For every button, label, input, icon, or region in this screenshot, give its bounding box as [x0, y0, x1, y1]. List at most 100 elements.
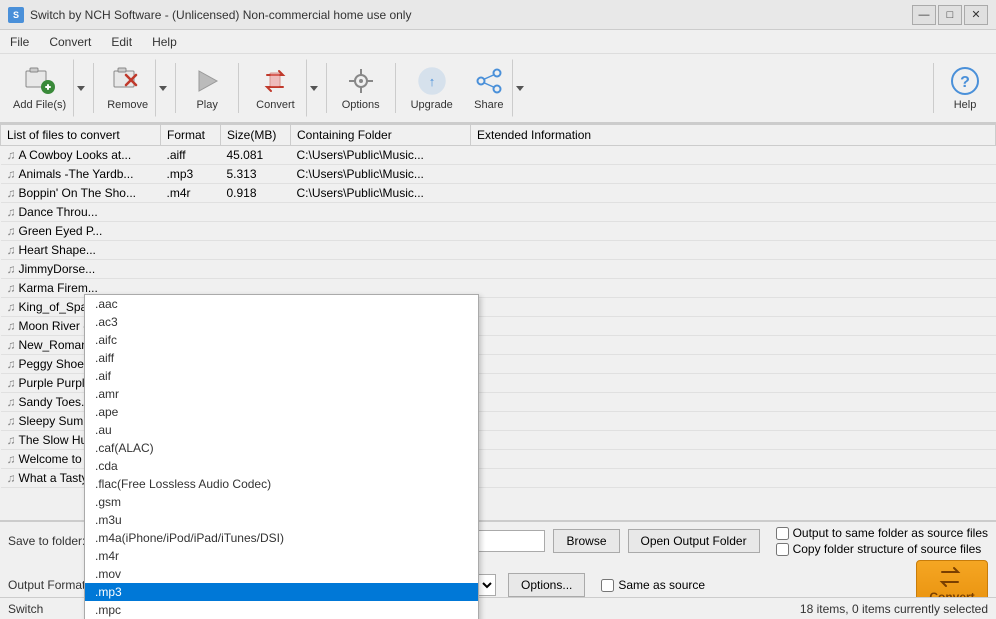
dropdown-item[interactable]: .aiff [85, 349, 478, 367]
share-button-group: Share [466, 59, 526, 117]
file-ext-cell [471, 317, 996, 336]
app-icon: S [8, 7, 24, 23]
file-format-cell: .aiff [161, 146, 221, 165]
menu-help[interactable]: Help [142, 33, 187, 51]
table-row[interactable]: ♫Dance Throu... [1, 203, 996, 222]
dropdown-item[interactable]: .caf(ALAC) [85, 439, 478, 457]
file-size-cell: 0.918 [221, 184, 291, 203]
dropdown-item[interactable]: .mov [85, 565, 478, 583]
col-header-format: Format [161, 125, 221, 146]
dropdown-item[interactable]: .ape [85, 403, 478, 421]
sep-4 [326, 63, 327, 113]
share-icon [473, 65, 505, 97]
menu-edit[interactable]: Edit [101, 33, 142, 51]
file-ext-cell [471, 165, 996, 184]
item-count: 18 items, 0 items currently selected [800, 602, 988, 616]
dropdown-item[interactable]: .aac [85, 295, 478, 313]
file-ext-cell [471, 184, 996, 203]
upgrade-button[interactable]: ↑ Upgrade [402, 59, 462, 117]
table-row[interactable]: ♫Green Eyed P... [1, 222, 996, 241]
remove-button-group: Remove [100, 59, 169, 117]
convert-dropdown[interactable] [306, 59, 320, 117]
dropdown-item[interactable]: .flac(Free Lossless Audio Codec) [85, 475, 478, 493]
upgrade-icon: ↑ [416, 65, 448, 97]
remove-arrow [159, 86, 167, 91]
remove-label: Remove [107, 99, 148, 111]
table-row[interactable]: ♫A Cowboy Looks at....aiff45.081C:\Users… [1, 146, 996, 165]
file-name-cell: ♫Dance Throu... [1, 203, 161, 222]
add-files-button[interactable]: Add File(s) [6, 59, 73, 117]
add-files-dropdown[interactable] [73, 59, 87, 117]
menu-file[interactable]: File [0, 33, 39, 51]
play-button[interactable]: Play [182, 59, 232, 117]
help-button[interactable]: ? Help [940, 59, 990, 117]
open-output-folder-button[interactable]: Open Output Folder [628, 529, 760, 553]
minimize-button[interactable]: — [912, 5, 936, 25]
play-icon [191, 65, 223, 97]
file-ext-cell [471, 260, 996, 279]
browse-button[interactable]: Browse [553, 529, 619, 553]
remove-button[interactable]: Remove [100, 59, 155, 117]
file-format-cell [161, 260, 221, 279]
file-ext-cell [471, 412, 996, 431]
maximize-button[interactable]: □ [938, 5, 962, 25]
file-ext-cell [471, 241, 996, 260]
file-folder-cell [291, 203, 471, 222]
dropdown-item[interactable]: .cda [85, 457, 478, 475]
copy-folder-structure-checkbox[interactable] [776, 543, 789, 556]
copy-folder-structure-row: Copy folder structure of source files [776, 542, 988, 556]
output-same-folder-checkbox[interactable] [776, 527, 789, 540]
sep-5 [395, 63, 396, 113]
dropdown-item[interactable]: .mp3 [85, 583, 478, 601]
format-dropdown: .aac.ac3.aifc.aiff.aif.amr.ape.au.caf(AL… [84, 294, 479, 619]
convert-toolbar-button[interactable]: Convert [245, 59, 306, 117]
menu-convert[interactable]: Convert [39, 33, 101, 51]
file-ext-cell [471, 298, 996, 317]
convert-arrow [310, 86, 318, 91]
table-row[interactable]: ♫JimmyDorse... [1, 260, 996, 279]
dropdown-item[interactable]: .gsm [85, 493, 478, 511]
remove-icon [112, 65, 144, 97]
close-button[interactable]: ✕ [964, 5, 988, 25]
sep-3 [238, 63, 239, 113]
dropdown-item[interactable]: .m4a(iPhone/iPod/iPad/iTunes/DSI) [85, 529, 478, 547]
dropdown-item[interactable]: .m3u [85, 511, 478, 529]
dropdown-item[interactable]: .mpc [85, 601, 478, 619]
remove-dropdown[interactable] [155, 59, 169, 117]
table-row[interactable]: ♫Heart Shape... [1, 241, 996, 260]
options-icon [345, 65, 377, 97]
add-files-label: Add File(s) [13, 99, 66, 111]
upgrade-label: Upgrade [411, 99, 453, 111]
dropdown-item[interactable]: .au [85, 421, 478, 439]
share-arrow [516, 86, 524, 91]
dropdown-item[interactable]: .aifc [85, 331, 478, 349]
table-row[interactable]: ♫Boppin' On The Sho....m4r0.918C:\Users\… [1, 184, 996, 203]
file-ext-cell [471, 431, 996, 450]
col-header-ext: Extended Information [471, 125, 996, 146]
sep-2 [175, 63, 176, 113]
file-ext-cell [471, 203, 996, 222]
menu-bar: File Convert Edit Help [0, 30, 996, 54]
output-same-folder-label: Output to same folder as source files [793, 526, 988, 540]
file-ext-cell [471, 146, 996, 165]
table-row[interactable]: ♫Animals -The Yardb....mp35.313C:\Users\… [1, 165, 996, 184]
file-name-cell: ♫Boppin' On The Sho... [1, 184, 161, 203]
share-button[interactable]: Share [466, 59, 512, 117]
help-icon: ? [949, 65, 981, 97]
copy-folder-structure-label: Copy folder structure of source files [793, 542, 982, 556]
file-size-cell [221, 260, 291, 279]
dropdown-item[interactable]: .ac3 [85, 313, 478, 331]
dropdown-item[interactable]: .amr [85, 385, 478, 403]
dropdown-item[interactable]: .aif [85, 367, 478, 385]
title-bar-controls: — □ ✕ [912, 5, 988, 25]
share-dropdown[interactable] [512, 59, 526, 117]
convert-toolbar-label: Convert [256, 99, 295, 111]
options-button[interactable]: Options [333, 59, 389, 117]
file-format-cell: .mp3 [161, 165, 221, 184]
dropdown-item[interactable]: .m4r [85, 547, 478, 565]
file-ext-cell [471, 279, 996, 298]
col-header-folder: Containing Folder [291, 125, 471, 146]
format-options-button[interactable]: Options... [508, 573, 585, 597]
same-as-source-checkbox[interactable] [601, 579, 614, 592]
title-bar-text: Switch by NCH Software - (Unlicensed) No… [30, 8, 411, 22]
